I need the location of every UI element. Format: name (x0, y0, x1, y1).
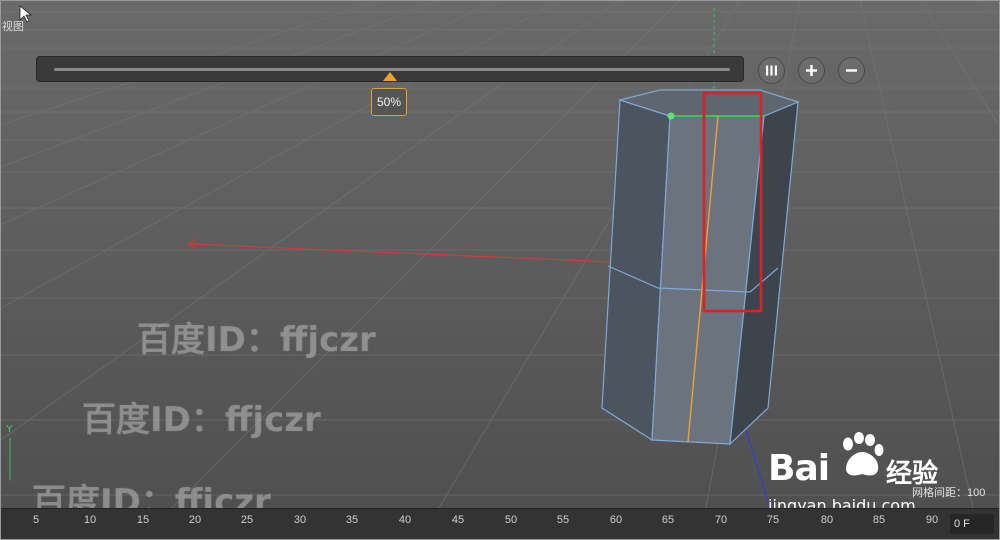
timeline-tick[interactable]: 15 (137, 514, 149, 526)
timeline-tick[interactable]: 60 (610, 514, 622, 526)
timeline-tick[interactable]: 75 (767, 514, 779, 526)
current-frame-field[interactable]: 0 F (950, 514, 994, 534)
watermark-1: 百度ID：ffjczr (137, 320, 376, 360)
timeline-tick[interactable]: 50 (505, 514, 517, 526)
timeline-bar[interactable] (0, 508, 1000, 540)
timeline-tick[interactable]: 65 (662, 514, 674, 526)
pause-button[interactable] (758, 57, 785, 84)
y-axis-label: Y (6, 424, 13, 435)
timeline-tick[interactable]: 5 (33, 514, 39, 526)
timeline-tick[interactable]: 85 (873, 514, 885, 526)
minus-button[interactable] (838, 57, 865, 84)
viewport[interactable]: 视图 50% 百度ID：ffjczr 百度ID：ffjczr 百度ID：ffjc… (0, 0, 1000, 540)
pause-bars-icon (766, 65, 777, 76)
timeline-tick[interactable]: 40 (399, 514, 411, 526)
plus-button[interactable] (798, 57, 825, 84)
selected-vertex[interactable] (667, 112, 675, 120)
timeline-tick[interactable]: 45 (452, 514, 464, 526)
timeline-tick[interactable]: 25 (241, 514, 253, 526)
timeline-tick[interactable]: 90 (926, 514, 938, 526)
timeline-tick[interactable]: 80 (821, 514, 833, 526)
timeline-tick[interactable]: 35 (346, 514, 358, 526)
slider-line[interactable] (54, 68, 730, 71)
timeline-tick[interactable]: 10 (84, 514, 96, 526)
view-label: 视图 (2, 21, 24, 33)
timeline-tick[interactable]: 20 (189, 514, 201, 526)
watermark-2: 百度ID：ffjczr (82, 400, 321, 440)
baidu-logo-text: Bai (768, 448, 830, 489)
timeline-tick[interactable]: 70 (715, 514, 727, 526)
grid-spacing-readout: 网格间距：100 (912, 487, 986, 499)
timeline-tick[interactable]: 55 (557, 514, 569, 526)
slider-percent-badge[interactable]: 50% (371, 88, 407, 116)
baidu-paw-icon (843, 432, 884, 476)
plus-icon (806, 65, 817, 76)
slider-handle-icon[interactable] (383, 72, 397, 81)
minus-icon (846, 69, 857, 72)
prism-mesh[interactable] (601, 89, 800, 446)
timeline-tick[interactable]: 30 (294, 514, 306, 526)
